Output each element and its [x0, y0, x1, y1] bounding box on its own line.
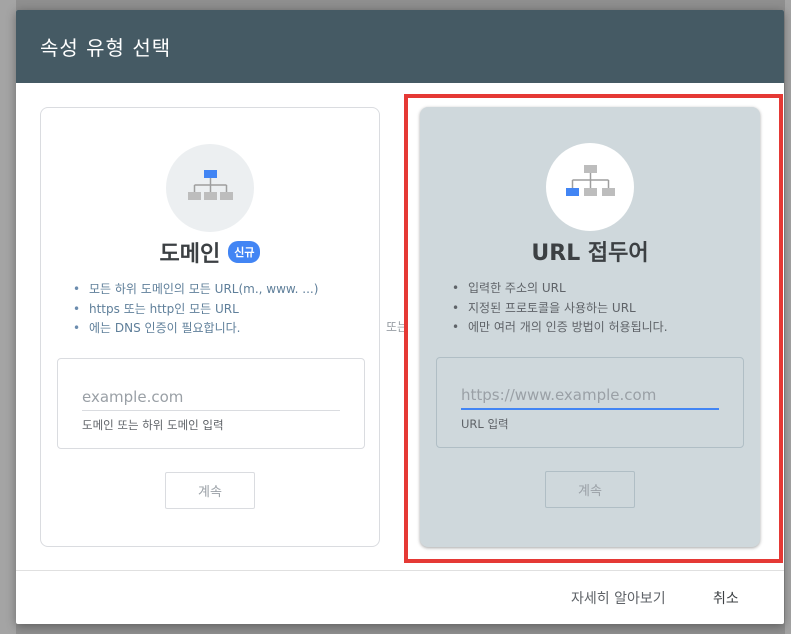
domain-continue-button[interactable]: 계속	[165, 472, 255, 509]
list-item: 에만 여러 개의 인증 방법이 허용됩니다.	[452, 318, 744, 338]
property-type-dialog: 속성 유형 선택 도메인 신규 • 모든 하위 도메인의 모든 URL(m., …	[16, 10, 784, 624]
domain-input-hint: 도메인 또는 하위 도메인 입력	[82, 418, 224, 432]
dialog-footer: 자세히 알아보기 취소	[16, 570, 784, 624]
sitemap-icon	[566, 165, 615, 196]
list-item: 지정된 프로토콜을 사용하는 URL	[452, 299, 744, 319]
dialog-header: 속성 유형 선택	[16, 10, 784, 83]
new-badge: 신규	[228, 241, 261, 263]
or-divider-label: 또는	[386, 320, 409, 334]
dialog-body: 도메인 신규 모든 하위 도메인의 모든 URL(m., www. ...) h…	[16, 83, 784, 570]
background-stripe-right	[785, 0, 791, 634]
url-input[interactable]	[461, 382, 719, 410]
domain-card[interactable]: 도메인 신규 모든 하위 도메인의 모든 URL(m., www. ...) h…	[40, 107, 380, 547]
url-continue-button[interactable]: 계속	[545, 471, 635, 508]
domain-feature-list: 모든 하위 도메인의 모든 URL(m., www. ...) https 또는…	[73, 280, 363, 339]
background-stripe	[0, 0, 16, 634]
url-input-box: URL 입력	[436, 357, 744, 448]
list-item: 모든 하위 도메인의 모든 URL(m., www. ...)	[73, 280, 363, 300]
url-icon-circle	[546, 143, 634, 231]
list-item: 입력한 주소의 URL	[452, 279, 744, 299]
url-prefix-card[interactable]: URL 접두어 입력한 주소의 URL 지정된 프로토콜을 사용하는 URL 에…	[420, 107, 760, 547]
cancel-button[interactable]: 취소	[713, 588, 739, 608]
learn-more-button[interactable]: 자세히 알아보기	[571, 588, 666, 608]
url-card-title: URL 접두어	[420, 235, 760, 267]
url-feature-list: 입력한 주소의 URL 지정된 프로토콜을 사용하는 URL 에만 여러 개의 …	[452, 279, 744, 338]
domain-input[interactable]	[82, 383, 340, 411]
url-input-hint: URL 입력	[461, 417, 509, 431]
sitemap-icon	[188, 170, 233, 200]
domain-input-box: 도메인 또는 하위 도메인 입력	[57, 358, 365, 449]
url-title-text: URL 접두어	[531, 241, 649, 266]
domain-card-title: 도메인 신규	[41, 236, 379, 268]
list-item: https 또는 http인 모든 URL	[73, 300, 363, 320]
dialog-title: 속성 유형 선택	[40, 36, 172, 60]
domain-title-text: 도메인	[159, 242, 221, 267]
list-item: 에는 DNS 인증이 필요합니다.	[73, 319, 363, 339]
domain-icon-circle	[166, 144, 254, 232]
